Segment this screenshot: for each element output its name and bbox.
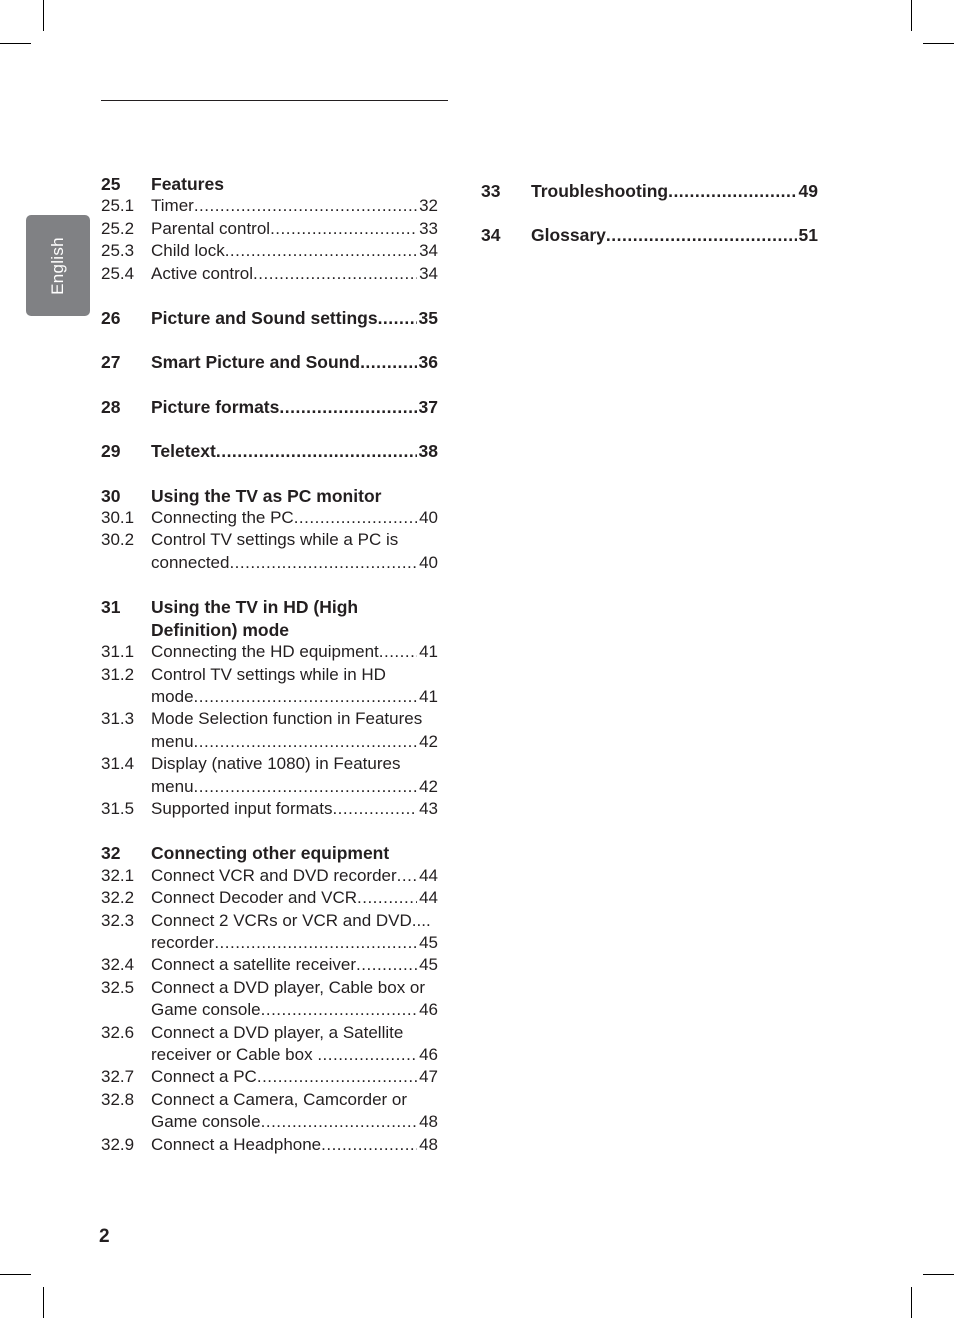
dot-leader — [606, 224, 797, 246]
toc-entry[interactable]: 25.2 Parental control33 — [101, 218, 438, 240]
toc-entry[interactable]: 32.8 Connect a Camera, Camcorder or Game… — [101, 1089, 438, 1134]
toc-entry[interactable]: 25.1 Timer32 — [101, 195, 438, 217]
crop-mark — [43, 0, 44, 31]
toc-column-right: 33 Troubleshooting49 34 Glossary51 — [481, 180, 818, 247]
crop-mark — [0, 43, 31, 44]
toc-entry[interactable]: 25.4 Active control34 — [101, 263, 438, 285]
toc-entry[interactable]: 32.1 Connect VCR and DVD recorder44 — [101, 865, 438, 887]
toc-entry[interactable]: 32.6 Connect a DVD player, a Satellite r… — [101, 1022, 438, 1067]
toc-entry[interactable]: 30.2 Control TV settings while a PC is c… — [101, 529, 438, 574]
crop-mark — [923, 1274, 954, 1275]
dot-leader — [321, 1134, 417, 1156]
dot-leader — [317, 1044, 417, 1066]
dot-leader — [194, 195, 417, 217]
dot-leader — [229, 552, 417, 574]
language-tab-label: English — [47, 236, 67, 295]
toc-section-heading[interactable]: 28 Picture formats37 — [101, 396, 438, 418]
language-tab: English — [26, 215, 90, 316]
dot-leader — [397, 865, 417, 887]
toc-section-heading[interactable]: 26 Picture and Sound settings35 — [101, 307, 438, 329]
dot-leader — [257, 1066, 417, 1088]
crop-mark — [43, 1287, 44, 1318]
toc-section-heading[interactable]: 32 Connecting other equipment — [101, 842, 438, 864]
toc-entry[interactable]: 32.3 Connect 2 VCRs or VCR and DVD.... r… — [101, 910, 438, 955]
dot-leader — [357, 887, 417, 909]
toc-section-heading[interactable]: 30 Using the TV as PC monitor — [101, 485, 438, 507]
dot-leader — [356, 954, 417, 976]
crop-mark — [911, 0, 912, 31]
toc-section-heading[interactable]: 34 Glossary51 — [481, 224, 818, 246]
toc-entry[interactable]: 31.5 Supported input formats43 — [101, 798, 438, 820]
dot-leader — [253, 263, 417, 285]
toc-entry[interactable]: 32.4 Connect a satellite receiver45 — [101, 954, 438, 976]
header-rule — [101, 100, 448, 101]
toc-entry[interactable]: 31.2 Control TV settings while in HD mod… — [101, 664, 438, 709]
toc-section-heading[interactable]: 33 Troubleshooting49 — [481, 180, 818, 202]
dot-leader — [360, 351, 416, 373]
dot-leader — [216, 440, 417, 462]
dot-leader — [194, 731, 418, 753]
toc-entry[interactable]: 32.9 Connect a Headphone48 — [101, 1134, 438, 1156]
dot-leader — [270, 218, 417, 240]
dot-leader — [379, 641, 417, 663]
toc-entry[interactable]: 25.3 Child lock34 — [101, 240, 438, 262]
toc-entry[interactable]: 30.1 Connecting the PC40 — [101, 507, 438, 529]
dot-leader — [332, 798, 417, 820]
toc-entry[interactable]: 32.5 Connect a DVD player, Cable box or … — [101, 977, 438, 1022]
dot-leader — [225, 240, 417, 262]
page-number: 2 — [99, 1226, 110, 1247]
toc-section-heading[interactable]: 25 Features — [101, 173, 438, 195]
crop-mark — [0, 1274, 31, 1275]
toc-entry[interactable]: 32.7 Connect a PC47 — [101, 1066, 438, 1088]
toc-column-left: 25 Features 25.1 Timer32 25.2 Parental c… — [101, 173, 438, 1156]
toc-entry[interactable]: 31.3 Mode Selection function in Features… — [101, 708, 438, 753]
dot-leader — [378, 307, 417, 329]
dot-leader — [279, 396, 416, 418]
toc-section-heading[interactable]: 27 Smart Picture and Sound36 — [101, 351, 438, 373]
dot-leader — [294, 507, 417, 529]
dot-leader — [214, 932, 417, 954]
dot-leader — [261, 999, 417, 1021]
crop-mark — [911, 1287, 912, 1318]
dot-leader — [261, 1111, 417, 1133]
toc-section-heading[interactable]: 29 Teletext38 — [101, 440, 438, 462]
toc-entry[interactable]: 31.4 Display (native 1080) in Features m… — [101, 753, 438, 798]
toc-entry[interactable]: 32.2 Connect Decoder and VCR44 — [101, 887, 438, 909]
dot-leader — [194, 686, 418, 708]
toc-entry[interactable]: 31.1 Connecting the HD equipment41 — [101, 641, 438, 663]
dot-leader — [194, 776, 418, 798]
crop-mark — [923, 43, 954, 44]
toc-section-heading[interactable]: 31 Using the TV in HD (High Definition) … — [101, 596, 438, 641]
dot-leader — [668, 180, 796, 202]
